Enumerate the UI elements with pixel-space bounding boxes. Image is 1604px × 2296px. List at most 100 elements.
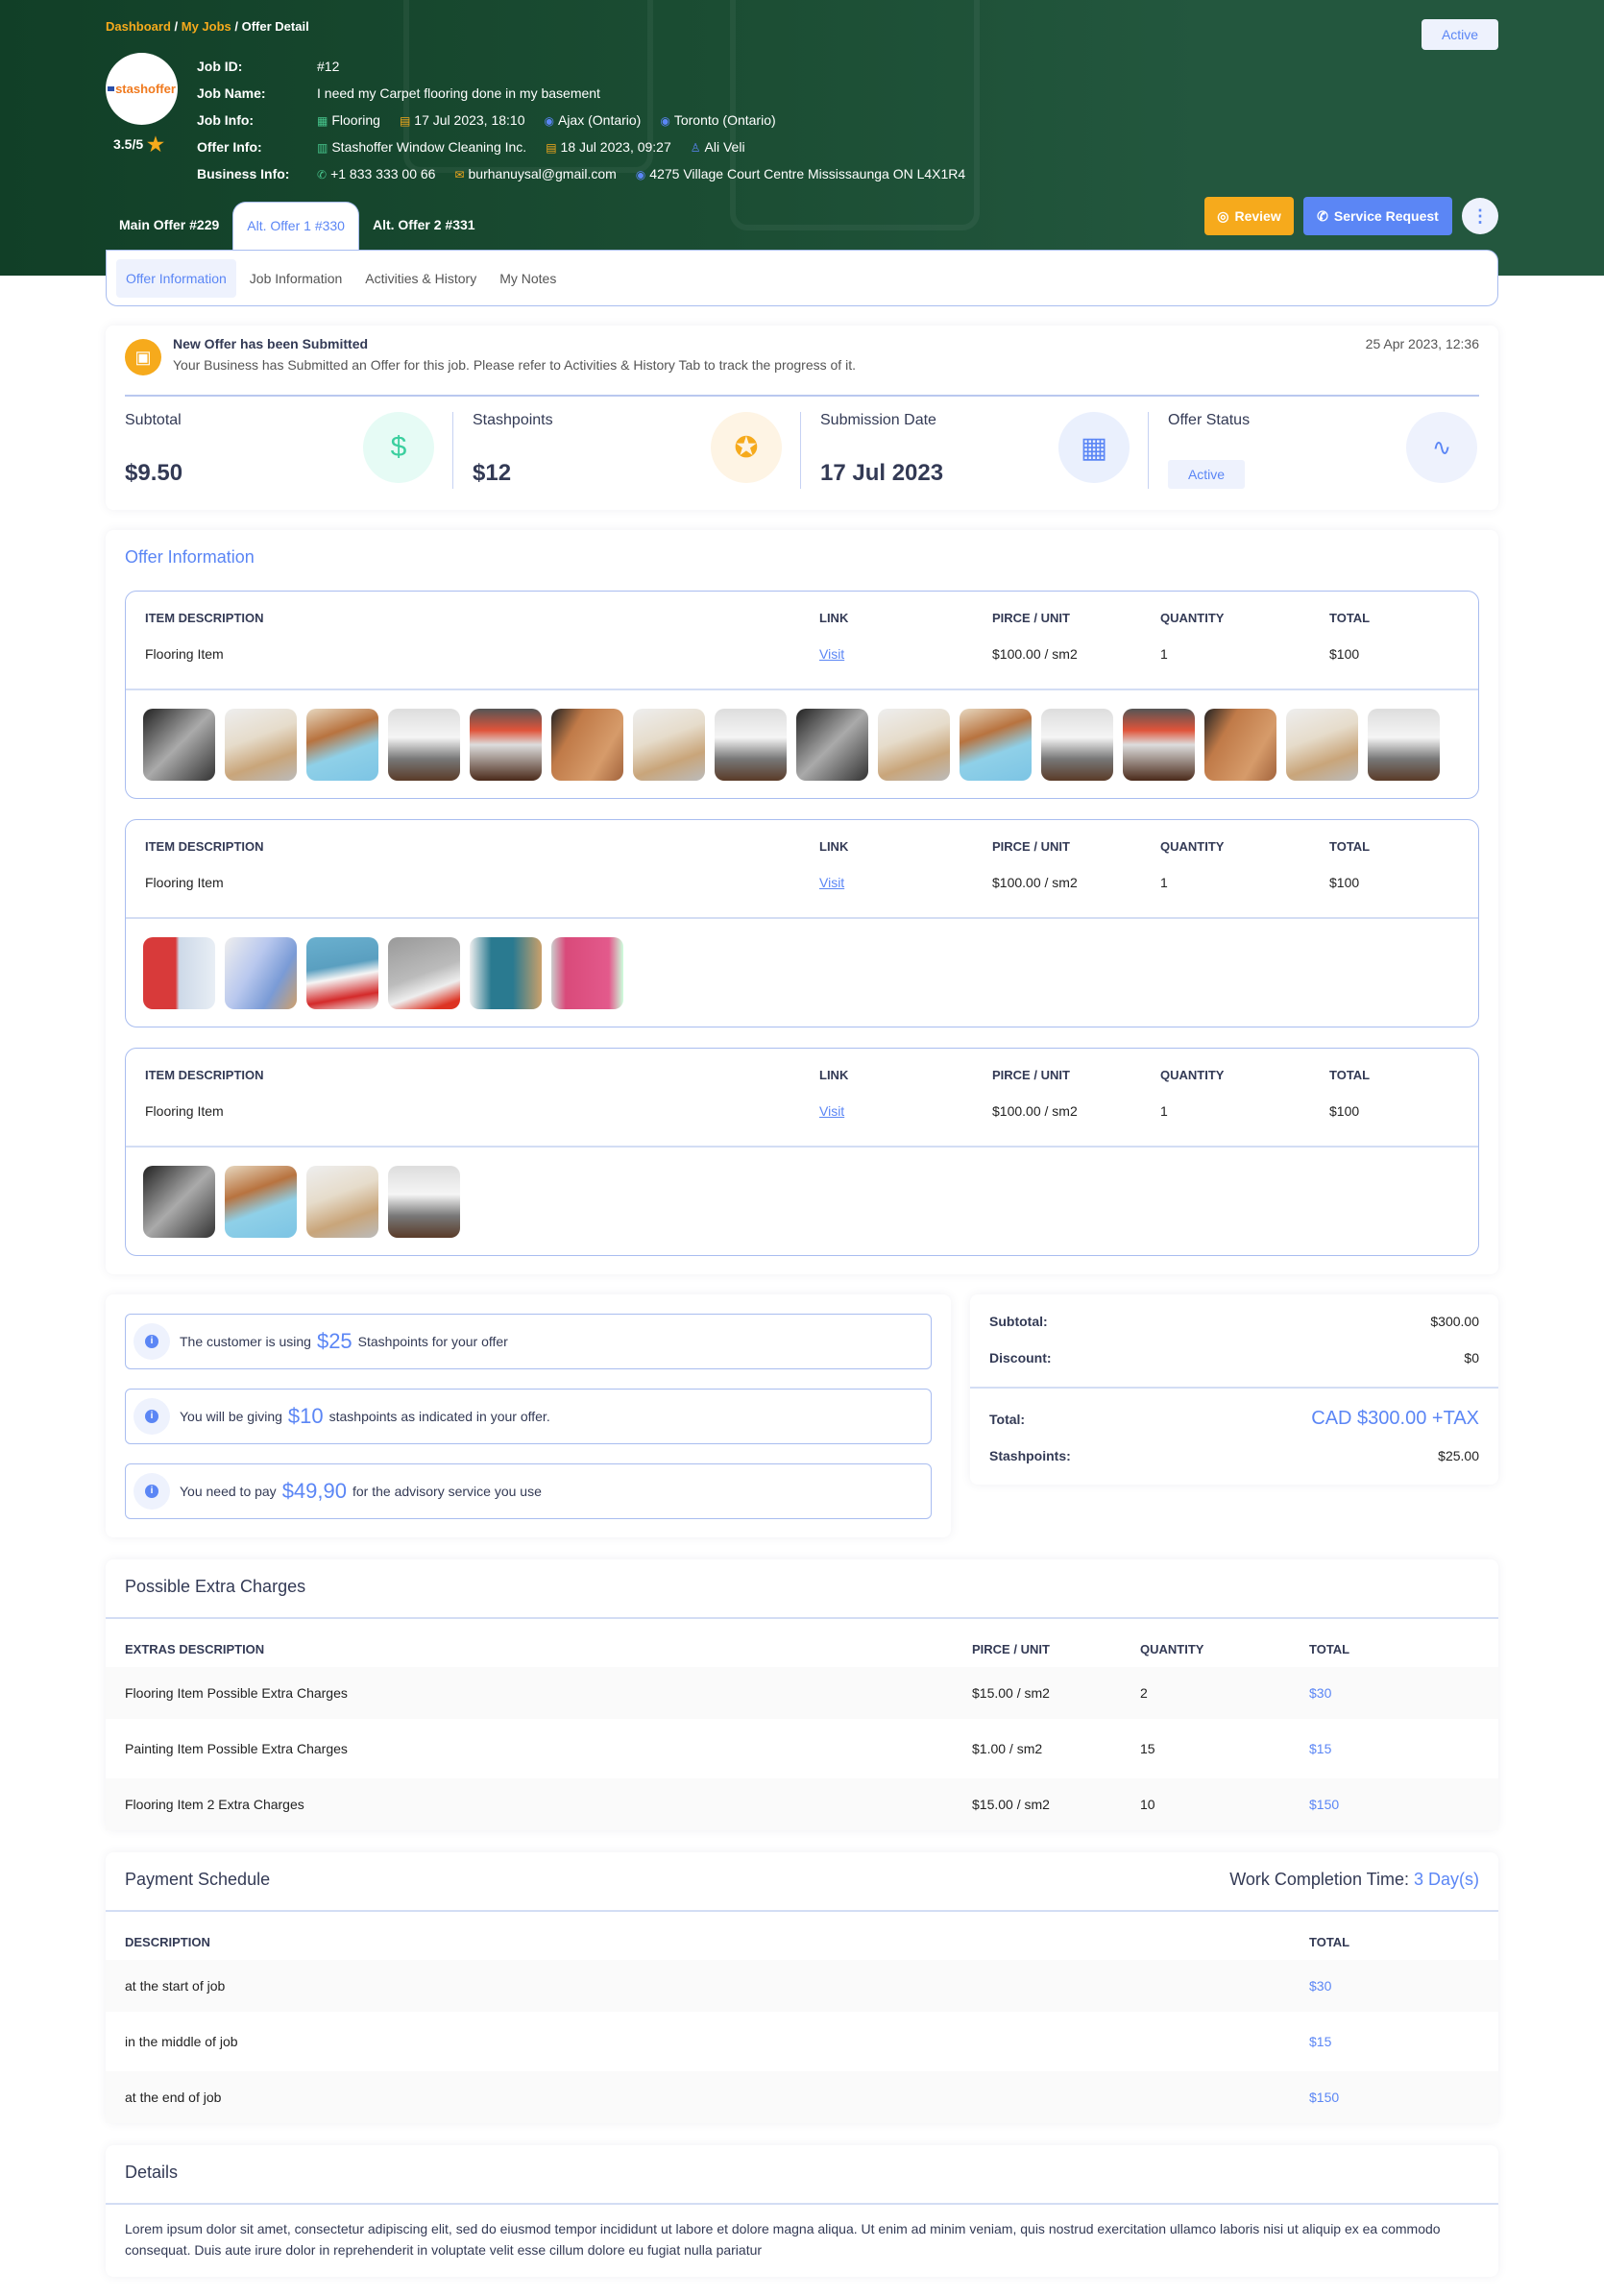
service-request-label: Service Request: [1333, 208, 1439, 224]
job-info-label: Job Info:: [197, 112, 255, 128]
visit-link[interactable]: Visit: [819, 875, 844, 890]
job-name-label: Job Name:: [197, 85, 266, 101]
extra-total: $150: [1309, 1797, 1340, 1812]
photo-thumbnail[interactable]: [225, 1166, 297, 1238]
photo-thumbnail[interactable]: [470, 709, 542, 781]
extra-description: Painting Item Possible Extra Charges: [125, 1741, 348, 1756]
tab-activities-history[interactable]: Activities & History: [355, 259, 486, 298]
tab-alt-offer-2[interactable]: Alt. Offer 2 #331: [359, 202, 489, 250]
rating-value: 3.5/5: [113, 136, 144, 152]
divider: [970, 1387, 1498, 1389]
notification-title: New Offer has been Submitted: [173, 336, 369, 351]
briefcase-icon: ▣: [125, 339, 161, 375]
stat-subtotal: Subtotal $9.50 $: [106, 412, 453, 498]
stat-stashpoints: Stashpoints $12 ✪: [453, 412, 801, 498]
column-header: ITEM DESCRIPTION: [145, 611, 264, 625]
photo-thumbnail[interactable]: [1123, 709, 1195, 781]
note-text: You will be giving: [180, 1409, 282, 1424]
notification-date: 25 Apr 2023, 12:36: [1365, 336, 1479, 351]
photo-thumbnail[interactable]: [715, 709, 787, 781]
table-row: at the start of job $30: [106, 1960, 1498, 2012]
calendar-icon: ▤: [546, 141, 557, 155]
item-price: $100.00 / sm2: [992, 646, 1078, 662]
item-total: $100: [1329, 1103, 1360, 1119]
section-title: Possible Extra Charges: [125, 1577, 306, 1596]
item-quantity: 1: [1160, 875, 1168, 890]
job-name: I need my Carpet flooring done in my bas…: [317, 85, 600, 101]
photo-thumbnail[interactable]: [225, 937, 297, 1009]
photo-thumbnail[interactable]: [1286, 709, 1358, 781]
breadcrumb-my-jobs[interactable]: My Jobs: [182, 19, 231, 34]
table-row: Flooring Item 2 Extra Charges $15.00 / sm…: [106, 1778, 1498, 1830]
photo-thumbnail[interactable]: [796, 709, 868, 781]
extra-price: $1.00 / sm2: [972, 1741, 1043, 1756]
column-header: DESCRIPTION: [125, 1935, 210, 1949]
visit-link[interactable]: Visit: [819, 646, 844, 662]
info-note: i The customer is using $25 Stashpoints for…: [125, 1314, 932, 1369]
divider: [106, 1910, 1498, 1912]
offer-item: ITEM DESCRIPTION LINK PIRCE / UNIT QUANTITY…: [125, 591, 1479, 799]
column-header: TOTAL: [1309, 1642, 1350, 1656]
photo-thumbnail[interactable]: [470, 937, 542, 1009]
photo-thumbnail[interactable]: [143, 937, 215, 1009]
photo-thumbnail[interactable]: [551, 709, 623, 781]
stat-label: Stashpoints: [473, 412, 553, 428]
photo-thumbnail[interactable]: [143, 709, 215, 781]
column-header: ITEM DESCRIPTION: [145, 1068, 264, 1082]
photo-thumbnail[interactable]: [306, 709, 378, 781]
tab-job-information[interactable]: Job Information: [240, 259, 352, 298]
photo-thumbnail[interactable]: [225, 709, 297, 781]
photo-thumbnail[interactable]: [388, 709, 460, 781]
summary-discount: $0: [1464, 1350, 1479, 1366]
photo-thumbnail[interactable]: [633, 709, 705, 781]
table-row: Painting Item Possible Extra Charges $1.0…: [106, 1723, 1498, 1775]
calendar-icon: ▦: [1058, 412, 1130, 483]
table-row: in the middle of job $15: [106, 2016, 1498, 2067]
tab-offer-information[interactable]: Offer Information: [116, 258, 236, 298]
stat-value: $12: [473, 460, 512, 486]
more-options-button[interactable]: ⋮: [1462, 198, 1498, 234]
item-price: $100.00 / sm2: [992, 875, 1078, 890]
extra-description: Flooring Item 2 Extra Charges: [125, 1797, 304, 1812]
note-text: for the advisory service you use: [352, 1484, 542, 1499]
review-button[interactable]: ◎ Review: [1204, 197, 1294, 235]
photo-thumbnail[interactable]: [1041, 709, 1113, 781]
photo-thumbnail[interactable]: [960, 709, 1032, 781]
photo-thumbnail[interactable]: [1368, 709, 1440, 781]
stat-value: $9.50: [125, 460, 183, 486]
breadcrumb-dashboard[interactable]: Dashboard: [106, 19, 171, 34]
visit-link[interactable]: Visit: [819, 1103, 844, 1119]
stat-label: Subtotal: [125, 412, 182, 428]
photo-thumbnail[interactable]: [551, 937, 623, 1009]
photo-thumbnail[interactable]: [878, 709, 950, 781]
payment-total: $30: [1309, 1978, 1332, 1994]
extra-quantity: 15: [1140, 1741, 1155, 1756]
offer-item: ITEM DESCRIPTION LINK PIRCE / UNIT QUANTITY…: [125, 819, 1479, 1027]
summary-label: Total:: [989, 1411, 1026, 1427]
business-address: 4275 Village Court Centre Mississaunga O…: [649, 166, 966, 181]
photo-gallery: [143, 1166, 460, 1238]
status-badge: Active: [1422, 19, 1498, 50]
completion-value: 3 Day(s): [1413, 1870, 1479, 1889]
tab-alt-offer-1[interactable]: Alt. Offer 1 #330: [232, 202, 359, 250]
info-icon: i: [134, 1398, 170, 1435]
item-quantity: 1: [1160, 1103, 1168, 1119]
breadcrumb-current: Offer Detail: [241, 19, 309, 34]
photo-thumbnail[interactable]: [1204, 709, 1276, 781]
tab-main-offer[interactable]: Main Offer #229: [106, 202, 232, 250]
category-icon: ▦: [317, 114, 328, 128]
offer-item: ITEM DESCRIPTION LINK PIRCE / UNIT QUANTITY…: [125, 1048, 1479, 1256]
summary-label: Discount:: [989, 1350, 1052, 1366]
photo-thumbnail[interactable]: [306, 1166, 378, 1238]
location-icon: ◉: [544, 114, 554, 128]
payment-total: $150: [1309, 2090, 1340, 2105]
photo-thumbnail[interactable]: [143, 1166, 215, 1238]
photo-thumbnail[interactable]: [306, 937, 378, 1009]
photo-thumbnail[interactable]: [388, 937, 460, 1009]
job-info: Job ID: #12 Job Name: I need my Carpet flo…: [197, 53, 965, 187]
tab-my-notes[interactable]: My Notes: [490, 259, 566, 298]
photo-thumbnail[interactable]: [388, 1166, 460, 1238]
job-id-label: Job ID:: [197, 59, 243, 74]
section-title: Payment Schedule: [125, 1870, 271, 1889]
service-request-button[interactable]: ✆ Service Request: [1303, 197, 1452, 235]
